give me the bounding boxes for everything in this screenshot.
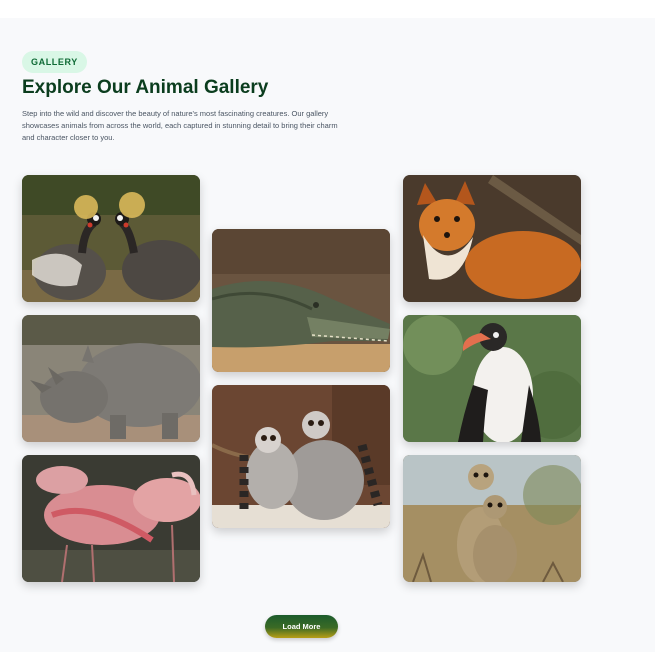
gallery-image-red-fox[interactable] [403, 175, 581, 302]
gallery-image-ring-tailed-lemurs[interactable] [212, 385, 390, 528]
gallery-image-rhinoceros[interactable] [22, 315, 200, 442]
gallery-image-meerkats[interactable] [403, 455, 581, 582]
page-title: Explore Our Animal Gallery [22, 77, 269, 98]
gallery-image-crocodile[interactable] [212, 229, 390, 372]
gallery-image-hornbill[interactable] [403, 315, 581, 442]
section-badge: GALLERY [22, 51, 87, 73]
gallery-image-flamingos[interactable] [22, 455, 200, 582]
section-description: Step into the wild and discover the beau… [22, 109, 338, 142]
gallery-image-crowned-cranes[interactable] [22, 175, 200, 302]
top-bar [0, 0, 655, 18]
load-more-button[interactable]: Load More [265, 615, 338, 638]
